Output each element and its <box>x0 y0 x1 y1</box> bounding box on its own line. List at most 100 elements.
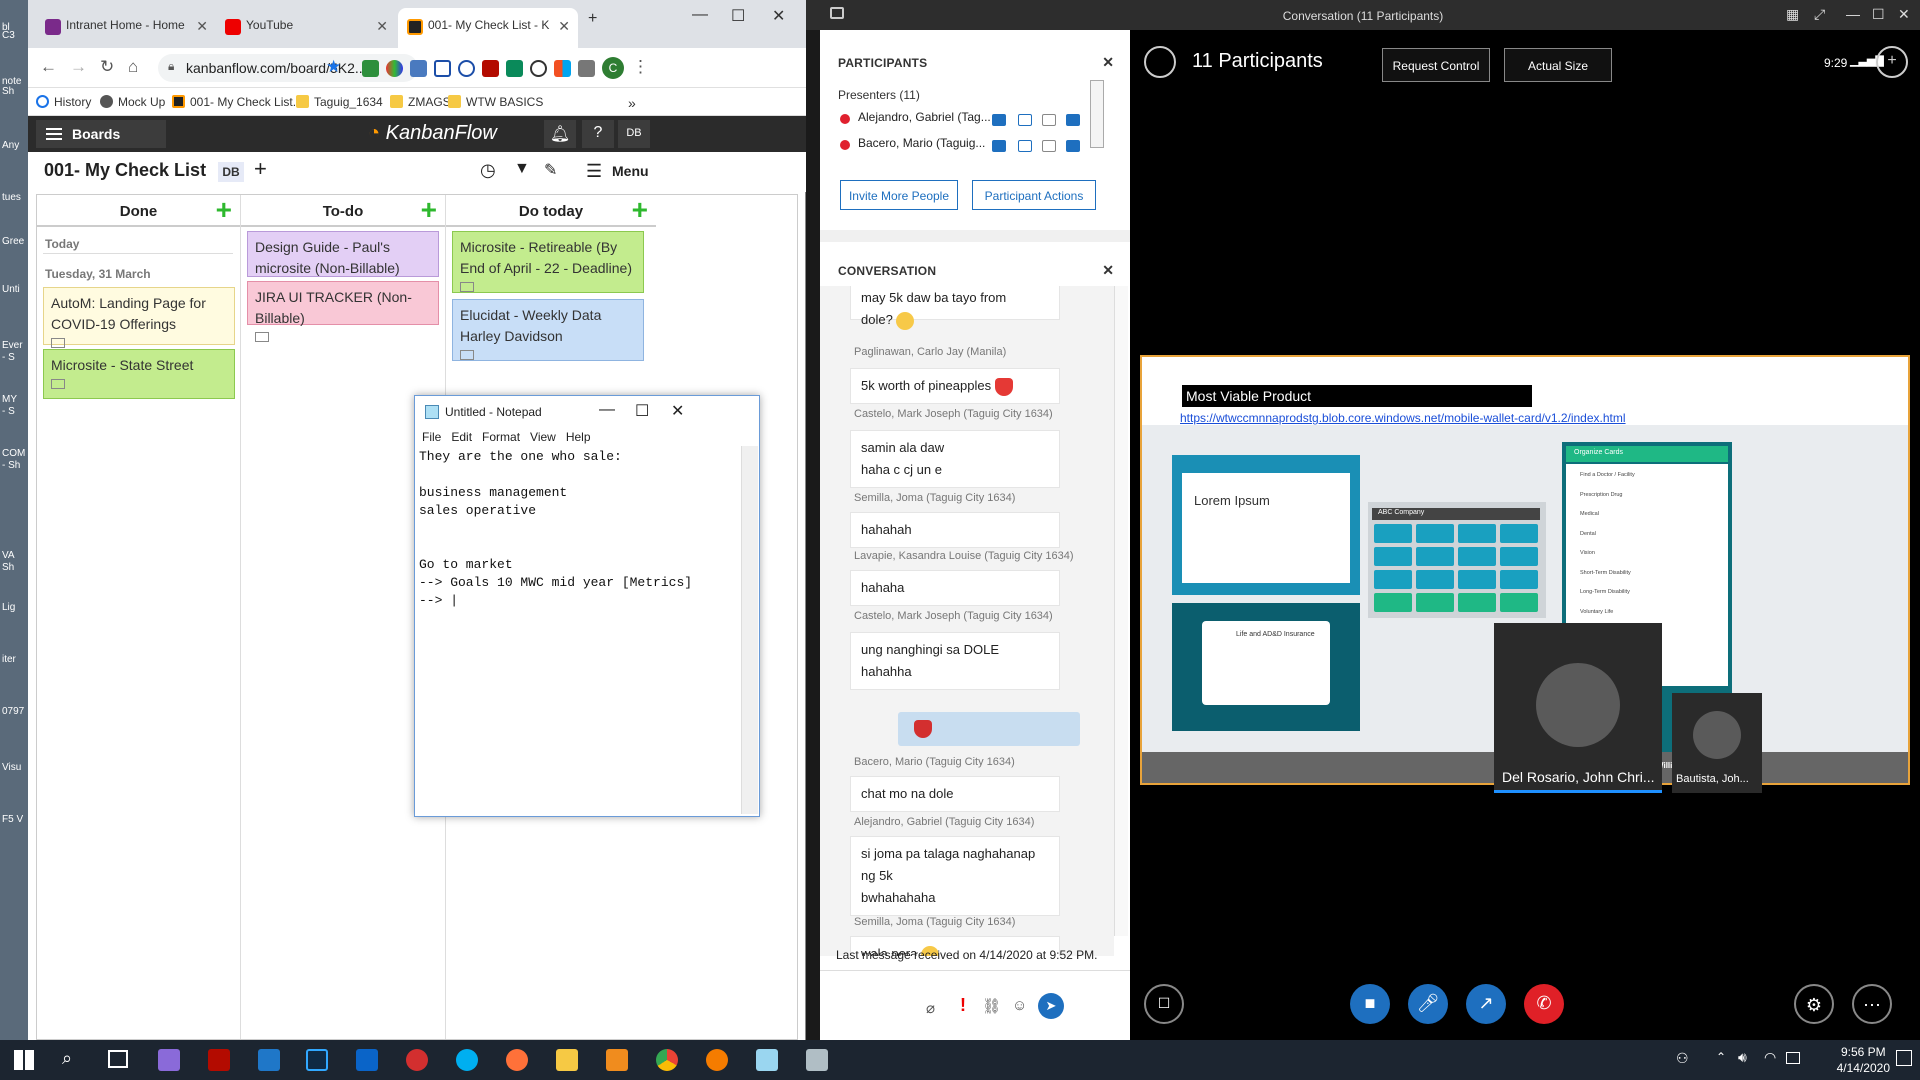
bookmark-folder-taguig[interactable]: Taguig_1634 <box>296 95 383 109</box>
participant-actions-button[interactable]: Participant Actions <box>972 180 1096 210</box>
search-extension-icon[interactable] <box>458 60 475 77</box>
task-card[interactable]: Microsite - State Street <box>43 349 235 399</box>
maximize-icon[interactable]: ☐ <box>635 401 649 421</box>
webex-app-icon[interactable] <box>406 1049 428 1071</box>
desktop-item-label[interactable]: - Sh <box>2 460 20 471</box>
extension-icon[interactable] <box>506 60 523 77</box>
task-card[interactable]: JIRA UI TRACKER (Non-Billable) <box>247 281 439 342</box>
desktop-item-label[interactable]: COM <box>2 448 25 459</box>
camera-icon[interactable] <box>1042 114 1056 126</box>
maximize-icon[interactable]: ☐ <box>731 6 745 26</box>
add-task-icon[interactable]: + <box>632 196 648 224</box>
menu-view[interactable]: View <box>530 426 556 444</box>
mic-muted-icon[interactable]: 🎤︎ <box>1408 984 1448 1024</box>
menu-label[interactable]: Menu <box>612 163 649 179</box>
screen-share-icon[interactable] <box>1066 140 1080 152</box>
windows-icon[interactable] <box>554 60 571 77</box>
desktop-item-label[interactable]: Unti <box>2 284 20 295</box>
menu-format[interactable]: Format <box>482 426 520 444</box>
extension-icon[interactable] <box>434 60 451 77</box>
participants-icon[interactable] <box>1144 46 1176 78</box>
notepad-taskbar-icon[interactable] <box>756 1049 778 1071</box>
help-icon[interactable]: ? <box>582 120 614 148</box>
participants-scrollbar[interactable] <box>1090 80 1104 148</box>
outlook-icon[interactable] <box>356 1049 378 1071</box>
chat-icon[interactable] <box>992 140 1006 152</box>
desktop-item-label[interactable]: - S <box>2 352 15 363</box>
bookmark-mockup[interactable]: Mock Up <box>100 95 165 109</box>
vscode-icon[interactable] <box>258 1049 280 1071</box>
attach-icon[interactable]: ⌀ <box>926 999 935 1017</box>
browser-menu-icon[interactable]: ⋮ <box>632 57 649 77</box>
battery-icon[interactable] <box>1786 1052 1800 1064</box>
actual-size-button[interactable]: Actual Size <box>1504 48 1612 82</box>
chat-icon[interactable] <box>992 114 1006 126</box>
system-clock[interactable]: 9:56 PM 4/14/2020 <box>1837 1044 1890 1076</box>
add-member-icon[interactable]: + <box>254 156 267 182</box>
chat-toggle-icon[interactable]: ☐ <box>1144 984 1184 1024</box>
volume-icon[interactable]: 🔊︎ <box>1738 1049 1747 1066</box>
menu-edit[interactable]: Edit <box>451 426 472 444</box>
desktop-item-label[interactable]: Sh <box>2 562 14 573</box>
reload-icon[interactable]: ↻ <box>100 57 114 77</box>
expand-icon[interactable]: ⤢ <box>1814 6 1825 23</box>
start-windows-icon[interactable] <box>14 1050 34 1070</box>
tab-youtube[interactable]: YouTube ✕ <box>216 8 396 48</box>
search-tool-icon[interactable] <box>706 1049 728 1071</box>
task-card[interactable]: AutoM: Landing Page for COVID-19 Offerin… <box>43 287 235 348</box>
menu-help[interactable]: Help <box>566 426 591 444</box>
forward-icon[interactable]: → <box>70 57 87 77</box>
menu-icon[interactable]: ☰ <box>586 161 602 182</box>
desktop-item-label[interactable]: C3 <box>2 30 15 41</box>
pdf-icon[interactable] <box>482 60 499 77</box>
wifi-icon[interactable]: ◠ <box>1764 1049 1776 1066</box>
back-icon[interactable]: ← <box>40 57 57 77</box>
user-avatar[interactable]: DB <box>618 120 650 148</box>
request-control-button[interactable]: Request Control <box>1382 48 1490 82</box>
conversation-scrollbar[interactable] <box>1114 286 1128 936</box>
skype-icon[interactable] <box>456 1049 478 1071</box>
video-tile-main[interactable]: Del Rosario, John Chri... <box>1494 623 1662 793</box>
file-explorer-icon[interactable] <box>556 1049 578 1071</box>
desktop-item-label[interactable]: tues <box>2 192 21 203</box>
new-tab-icon[interactable]: + <box>588 10 597 28</box>
desktop-item-label[interactable]: 0797 <box>2 706 24 717</box>
camera-icon[interactable] <box>1042 140 1056 152</box>
filter-icon[interactable]: ▼ <box>514 160 530 178</box>
edit-pencil-icon[interactable]: ✎ <box>544 160 557 180</box>
desktop-item-label[interactable]: Gree <box>2 236 24 247</box>
notifications-icon[interactable] <box>1896 1050 1912 1066</box>
search-icon[interactable]: ⌕ <box>62 1048 72 1069</box>
board-member-badge[interactable]: DB <box>218 162 244 182</box>
extension-icon[interactable] <box>362 60 379 77</box>
video-camera-icon[interactable]: ■ <box>1350 984 1390 1024</box>
extension-icon[interactable] <box>410 60 427 77</box>
bookmark-checklist[interactable]: 001- My Check List... <box>172 95 303 109</box>
add-task-icon[interactable]: + <box>216 196 232 224</box>
show-hidden-icons-icon[interactable]: ⌃ <box>1716 1050 1726 1064</box>
share-screen-icon[interactable]: ↗ <box>1466 984 1506 1024</box>
message-list[interactable]: may 5k daw ba tayo from dole? Paglinawan… <box>820 286 1114 956</box>
app-taskbar-icon[interactable] <box>806 1049 828 1071</box>
task-view-icon[interactable] <box>108 1050 128 1068</box>
paint-icon[interactable] <box>158 1049 180 1071</box>
menu-file[interactable]: File <box>422 426 441 444</box>
address-bar[interactable]: 🔒︎ kanbanflow.com/board/5K2... <box>158 54 418 82</box>
task-card[interactable]: Design Guide - Paul's microsite (Non-Bil… <box>247 231 439 277</box>
compose-area[interactable]: ⌀ ! ⛓︎ ☺ ➤ <box>820 970 1130 1040</box>
extension-icon[interactable] <box>578 60 595 77</box>
people-icon[interactable]: ⚇ <box>1676 1050 1689 1067</box>
invite-more-people-button[interactable]: Invite More People <box>840 180 958 210</box>
mic-muted-icon[interactable] <box>1018 140 1032 152</box>
add-participant-icon[interactable]: + <box>1876 46 1908 78</box>
minimize-icon[interactable]: — <box>599 401 615 419</box>
desktop-item-label[interactable]: Lig <box>2 602 15 613</box>
more-bookmarks-icon[interactable]: » <box>628 95 636 111</box>
bookmark-star-icon[interactable]: ★ <box>326 57 341 77</box>
bookmark-history[interactable]: History <box>36 95 91 109</box>
lightroom-icon[interactable] <box>306 1049 328 1071</box>
send-icon[interactable]: ➤ <box>1038 993 1064 1019</box>
task-card[interactable]: Microsite - Retireable (By End of April … <box>452 231 644 293</box>
end-call-icon[interactable]: ✆ <box>1524 984 1564 1024</box>
chrome-icon[interactable] <box>656 1049 678 1071</box>
